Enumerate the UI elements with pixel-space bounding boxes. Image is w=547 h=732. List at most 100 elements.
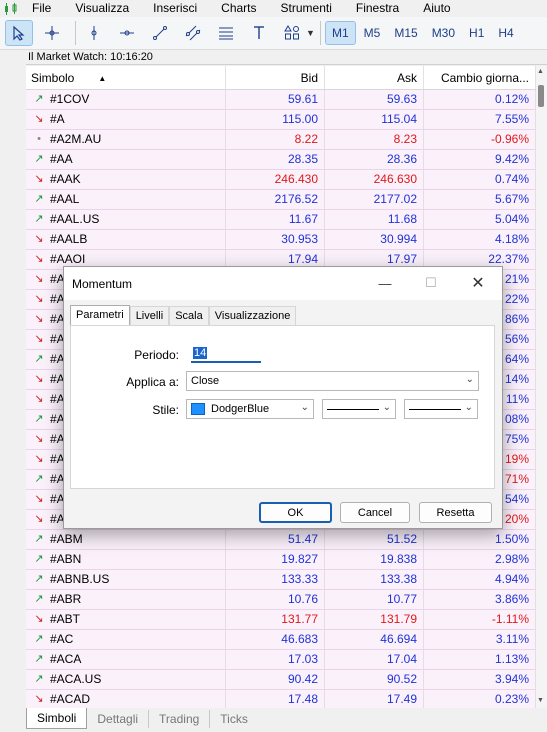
scrollbar-thumb[interactable] [538,85,544,107]
chevron-down-icon: ⌄ [382,402,391,413]
table-row[interactable]: ↘ #AAK 246.430 246.630 0.74% [26,170,536,190]
symbol-name: #AAK [50,172,81,186]
channel-button[interactable] [179,20,207,46]
arrow-up-icon: ↗ [34,653,44,665]
ask-cell: 17.04 [325,650,424,669]
symbol-name: #AA [50,152,73,166]
column-header-bid[interactable]: Bid [226,66,325,89]
table-row[interactable]: ↘ #A 115.00 115.04 7.55% [26,110,536,130]
arrow-up-icon: ↗ [34,593,44,605]
timeframe-m15[interactable]: M15 [388,21,423,45]
arrow-down-icon: ↘ [34,693,44,705]
ok-button[interactable]: OK [259,502,332,523]
bottom-tab-bar: Simboli Dettagli Trading Ticks [26,708,547,732]
line-style-select[interactable]: ⌄ [322,399,396,419]
symbol-cell: • #A2M.AU [26,130,226,149]
tab-ticks[interactable]: Ticks [210,710,258,728]
color-select[interactable]: DodgerBlue ⌄ [186,399,314,419]
timeframe-m1[interactable]: M1 [325,21,356,45]
applica-select[interactable]: Close ⌄ [186,371,479,391]
chevron-down-icon[interactable]: ▼ [306,28,316,38]
table-row[interactable]: ↗ #ABN 19.827 19.838 2.98% [26,550,536,570]
tab-dettagli[interactable]: Dettagli [87,710,150,728]
menu-file[interactable]: File [22,0,65,17]
crosshair-tool-button[interactable] [38,20,66,46]
change-cell: 4.18% [424,230,536,249]
table-row[interactable]: • #A2M.AU 8.22 8.23 -0.96% [26,130,536,150]
table-row[interactable]: ↘ #ABT 131.77 131.79 -1.11% [26,610,536,630]
arrow-down-icon: ↘ [34,253,44,265]
arrow-down-icon: ↘ [34,393,44,405]
timeframe-h4[interactable]: H4 [492,21,519,45]
table-row[interactable]: ↘ #AALB 30.953 30.994 4.18% [26,230,536,250]
table-row[interactable]: ↗ #ABNB.US 133.33 133.38 4.94% [26,570,536,590]
color-name: DodgerBlue [211,403,270,415]
cursor-icon [13,25,25,41]
table-row[interactable]: ↗ #AAL.US 11.67 11.68 5.04% [26,210,536,230]
shapes-button[interactable] [278,20,306,46]
column-header-symbol[interactable]: Simbolo ▲ [26,66,226,89]
table-row[interactable]: ↗ #AC 46.683 46.694 3.11% [26,630,536,650]
menu-strumenti[interactable]: Strumenti [271,0,346,17]
table-row[interactable]: ↗ #ABR 10.76 10.77 3.86% [26,590,536,610]
horizontal-line-button[interactable] [113,20,141,46]
arrow-down-icon: ↘ [34,333,44,345]
line-width-select[interactable]: ⌄ [404,399,478,419]
momentum-dialog: Momentum — ☐ ✕ Parametri Livelli Scala V… [63,266,503,529]
table-row[interactable]: ↗ #ACA.US 90.42 90.52 3.94% [26,670,536,690]
symbol-name: #ACAD [50,692,91,706]
scroll-up-icon[interactable]: ▲ [537,68,544,75]
periodo-value: 14 [193,347,208,359]
dialog-titlebar[interactable]: Momentum — ☐ ✕ [64,267,502,300]
fibonacci-button[interactable] [212,20,240,46]
periodo-input[interactable]: 14 [191,345,261,363]
trendline-button[interactable] [146,20,174,46]
timeframe-m5[interactable]: M5 [358,21,387,45]
arrow-down-icon: ↘ [34,233,44,245]
tab-visualizzazione[interactable]: Visualizzazione [208,306,297,326]
arrow-up-icon: ↗ [34,93,44,105]
symbol-cell: ↘ #A [26,110,226,129]
text-tool-button[interactable] [245,20,273,46]
timeframe-h1[interactable]: H1 [463,21,490,45]
change-cell: 4.94% [424,570,536,589]
menu-aiuto[interactable]: Aiuto [413,0,464,17]
tab-trading[interactable]: Trading [149,710,211,728]
minimize-icon[interactable]: — [362,267,408,299]
menu-inserisci[interactable]: Inserisci [143,0,211,17]
symbol-cell: ↗ #AC [26,630,226,649]
close-icon[interactable]: ✕ [455,267,501,299]
menu-bar: File Visualizza Inserisci Charts Strumen… [0,0,547,17]
tab-parametri[interactable]: Parametri [70,305,130,326]
ask-cell: 17.49 [325,690,424,708]
symbol-name: #ABM [50,532,83,546]
reset-button[interactable]: Resetta [419,502,492,523]
tab-simboli[interactable]: Simboli [26,708,88,729]
cancel-button[interactable]: Cancel [340,502,410,523]
column-header-ask[interactable]: Ask [325,66,424,89]
table-row[interactable]: ↗ #ACA 17.03 17.04 1.13% [26,650,536,670]
vertical-scrollbar[interactable] [536,66,547,708]
table-row[interactable]: ↘ #ACAD 17.48 17.49 0.23% [26,690,536,708]
table-row[interactable]: ↗ #AA 28.35 28.36 9.42% [26,150,536,170]
cursor-tool-button[interactable] [5,20,33,46]
table-row[interactable]: ↗ #AAL 2176.52 2177.02 5.67% [26,190,536,210]
bid-cell: 115.00 [226,110,325,129]
line-width-sample [409,408,461,410]
table-row[interactable]: ↗ #ABM 51.47 51.52 1.50% [26,530,536,550]
tab-livelli[interactable]: Livelli [129,306,170,326]
change-cell: 7.55% [424,110,536,129]
menu-finestra[interactable]: Finestra [346,0,413,17]
symbol-cell: ↗ #AAL [26,190,226,209]
tab-scala[interactable]: Scala [169,306,209,326]
bid-cell: 11.67 [226,210,325,229]
timeframe-m30[interactable]: M30 [426,21,461,45]
menu-charts[interactable]: Charts [211,0,270,17]
table-row[interactable]: ↗ #1COV 59.61 59.63 0.12% [26,90,536,110]
scroll-down-icon[interactable]: ▼ [537,697,544,704]
symbol-name: #ABT [50,612,81,626]
column-header-change[interactable]: Cambio giorna... [424,66,536,89]
vertical-line-button[interactable] [80,20,108,46]
menu-visualizza[interactable]: Visualizza [65,0,143,17]
symbol-name: #ACA [50,652,82,666]
